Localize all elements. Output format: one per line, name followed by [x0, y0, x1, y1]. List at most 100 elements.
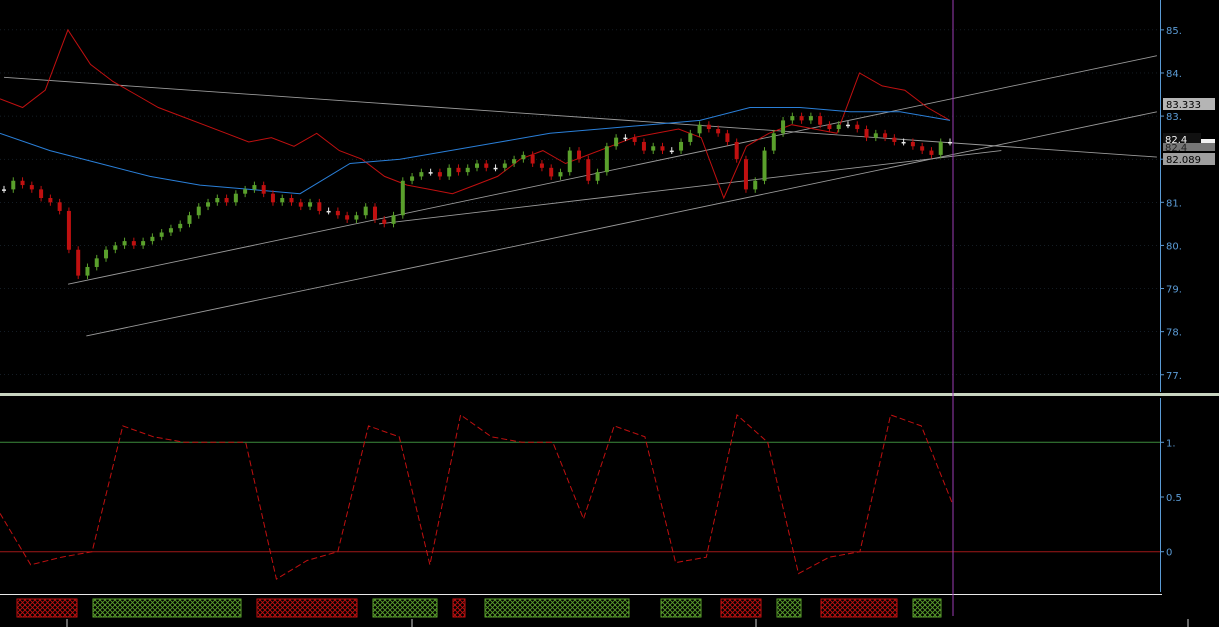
candle-body [920, 146, 925, 151]
candle-body [706, 124, 711, 130]
price-axis-label: 77. [1166, 371, 1182, 382]
last-price-shadow-label: 82.4 [1165, 143, 1187, 154]
candle-body [270, 193, 275, 203]
candle-body [419, 172, 424, 177]
candle-body [20, 180, 25, 186]
candle-body [604, 146, 609, 173]
candle-body [641, 141, 646, 151]
candle-body [938, 141, 943, 155]
candle-body [530, 154, 535, 164]
candle-body [484, 163, 489, 168]
candle-body [818, 116, 823, 125]
candle-body [289, 198, 294, 203]
candle-body [771, 133, 776, 151]
upper-tag-label: 83.333 [1166, 100, 1201, 111]
candle-body [836, 124, 841, 130]
candle-body [762, 150, 767, 181]
candle-body [799, 116, 804, 121]
candle-body [317, 202, 322, 211]
candle-body [475, 163, 479, 168]
signal-segment-bull [776, 598, 802, 618]
candle-body [437, 172, 442, 177]
candle-body [104, 249, 109, 259]
signal-segment-bull [484, 598, 630, 618]
candle-body [716, 129, 721, 134]
candle-body [855, 124, 860, 130]
signal-segment-bull [660, 598, 702, 618]
candle-body [159, 232, 164, 237]
candle-body [502, 163, 507, 168]
candle-body [382, 219, 387, 224]
candle-body [224, 198, 229, 203]
price-axis-label: 83. [1166, 112, 1182, 123]
candle-body [400, 180, 405, 216]
trading-chart[interactable]: 77.78.79.80.81.82.83.84.85. 83.333 82.4 … [0, 0, 1219, 627]
candle-body [122, 241, 127, 246]
candle-body [883, 133, 888, 138]
price-axis-label: 79. [1166, 285, 1182, 296]
price-axis-label: 85. [1166, 26, 1182, 37]
candle-body [512, 159, 517, 164]
candle-body [39, 189, 44, 198]
chart-background [0, 0, 1219, 627]
candle-body [131, 241, 136, 246]
candle-body [29, 185, 34, 190]
candle-body [11, 180, 16, 190]
signal-segment-bull [92, 598, 242, 618]
candle-body [688, 133, 693, 142]
oscillator-axis-label: 1. [1166, 438, 1176, 449]
signal-segment-bull [372, 598, 438, 618]
candle-body [252, 185, 257, 190]
candle-body [66, 210, 71, 250]
candle-body [808, 116, 813, 121]
candle-body [465, 167, 470, 173]
candle-body [76, 249, 81, 276]
candle-body [614, 137, 619, 147]
oscillator-axis-label: 0.5 [1166, 493, 1182, 504]
candle-body [567, 150, 572, 173]
candle-body [679, 141, 684, 151]
candle-body [168, 228, 173, 233]
candle-body [326, 210, 331, 213]
signal-segment-bear [452, 598, 466, 618]
candle-body [651, 146, 656, 151]
candle-body [660, 146, 665, 151]
candle-body [345, 215, 350, 220]
candle-body [558, 172, 563, 177]
candle-body [632, 137, 637, 142]
candle-body [233, 193, 238, 203]
candle-body [493, 167, 498, 170]
candle-body [113, 245, 118, 250]
signal-segment-bull [912, 598, 942, 618]
candle-body [623, 137, 628, 140]
candle-body [141, 241, 146, 246]
price-axis-label: 84. [1166, 69, 1182, 80]
candle-body [85, 266, 90, 276]
candle-body [734, 141, 739, 160]
candle-body [372, 206, 377, 220]
candle-body [864, 129, 869, 138]
candle-body [725, 133, 730, 142]
candle-body [243, 189, 248, 194]
candle-body [447, 167, 452, 177]
candle-body [586, 159, 591, 181]
candle-body [363, 206, 368, 216]
candle-body [456, 167, 461, 173]
candle-body [48, 198, 53, 203]
candle-body [261, 185, 266, 194]
candle-body [539, 163, 544, 168]
candle-body [280, 198, 285, 203]
candle-body [428, 172, 433, 174]
candle-body [901, 141, 906, 144]
candle-body [178, 223, 183, 229]
candle-body [577, 150, 582, 160]
signal-segment-bear [720, 598, 762, 618]
candle-body [308, 202, 313, 207]
candle-body [743, 159, 748, 190]
signal-segment-bear [820, 598, 898, 618]
candle-body [410, 176, 415, 181]
candle-body [354, 215, 359, 220]
candle-body [929, 150, 934, 155]
candle-body [2, 189, 6, 191]
candle-body [781, 120, 786, 134]
